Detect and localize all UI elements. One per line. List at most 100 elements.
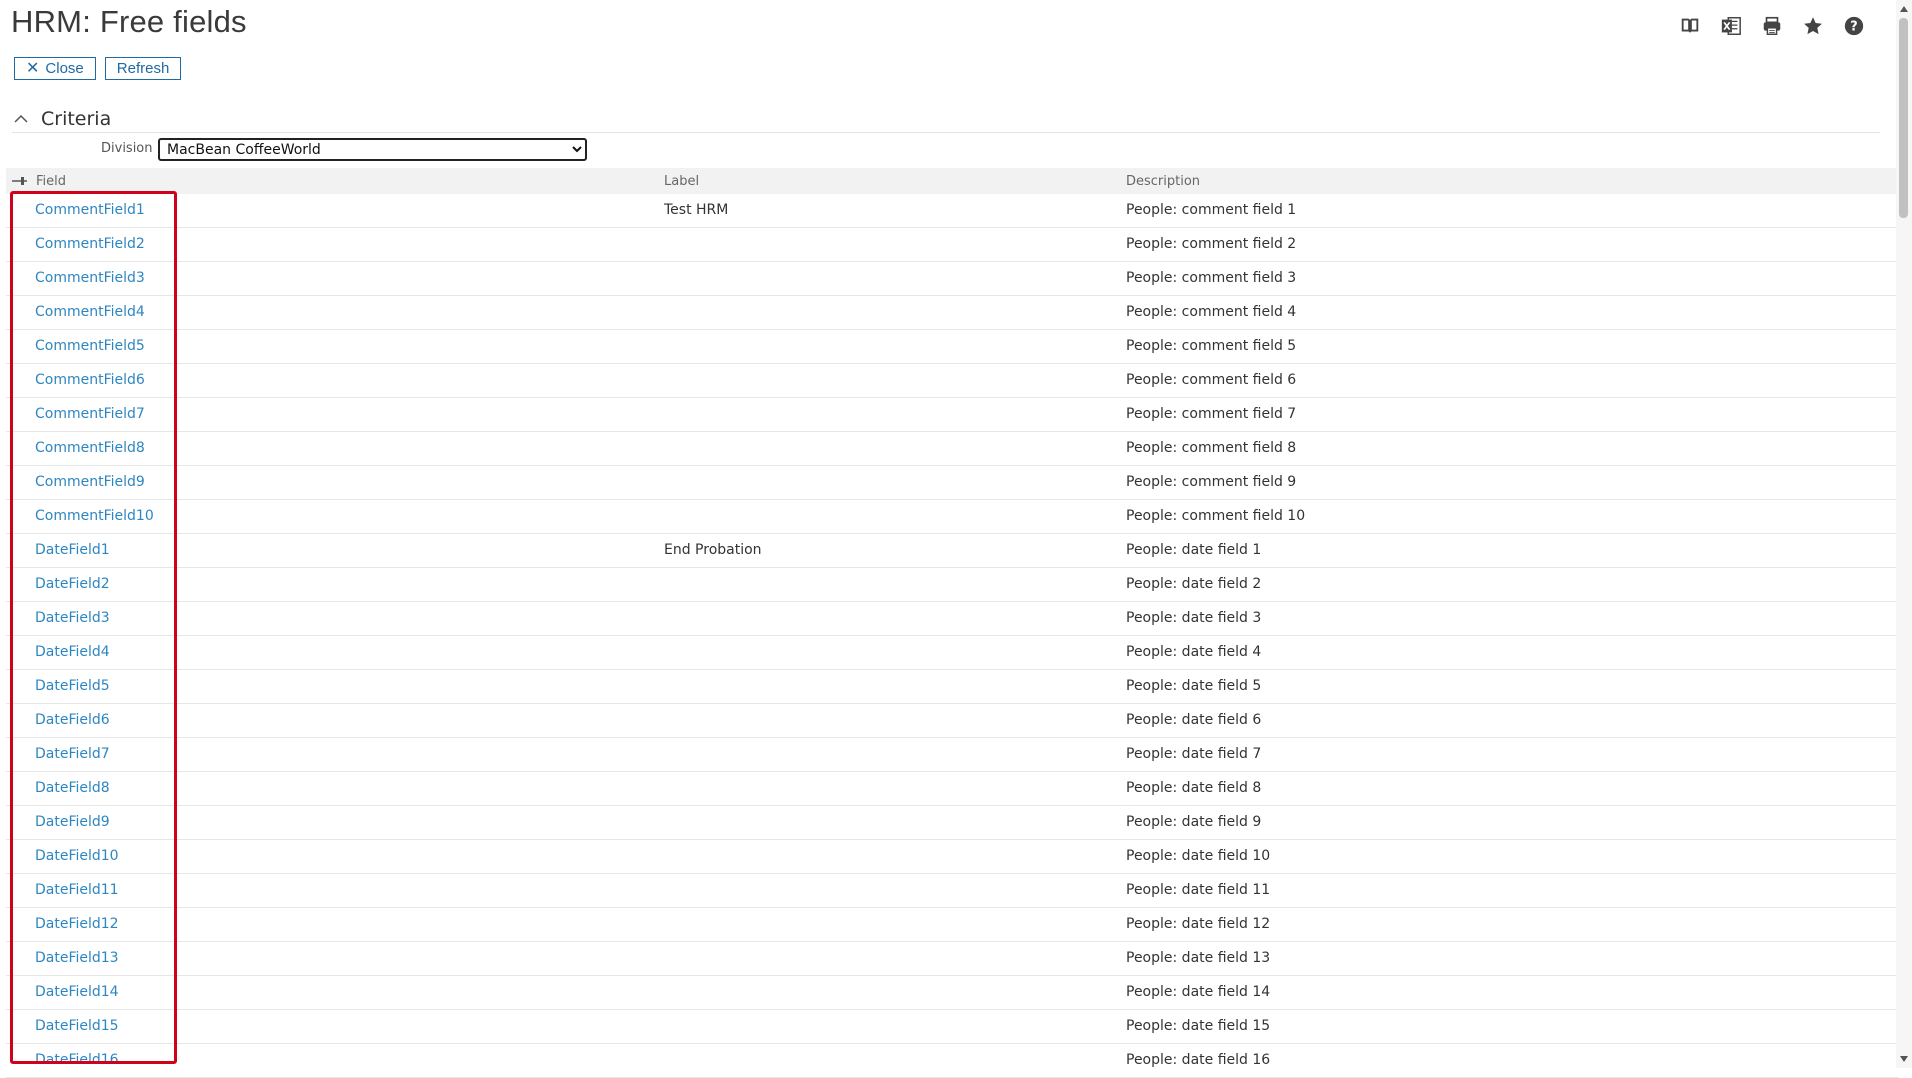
description-cell: People: comment field 7 bbox=[1126, 406, 1297, 422]
column-header-description[interactable]: Description bbox=[1126, 174, 1200, 189]
vertical-scrollbar[interactable] bbox=[1896, 0, 1912, 1068]
field-link[interactable]: DateField15 bbox=[35, 1018, 119, 1034]
description-cell: People: date field 4 bbox=[1126, 644, 1262, 660]
star-icon[interactable] bbox=[1801, 14, 1825, 38]
table-row[interactable]: DateField12 People: date field 12 bbox=[6, 908, 1899, 942]
field-link[interactable]: CommentField9 bbox=[35, 474, 145, 490]
description-cell: People: date field 5 bbox=[1126, 678, 1262, 694]
field-link[interactable]: CommentField3 bbox=[35, 270, 145, 286]
table-row[interactable]: DateField3 People: date field 3 bbox=[6, 602, 1899, 636]
refresh-button-label: Refresh bbox=[116, 60, 170, 77]
action-buttons: ✕ Close Refresh bbox=[14, 57, 182, 80]
label-cell: Test HRM bbox=[664, 202, 729, 218]
description-cell: People: date field 11 bbox=[1126, 882, 1271, 898]
field-link[interactable]: DateField4 bbox=[35, 644, 110, 660]
field-link[interactable]: DateField8 bbox=[35, 780, 110, 796]
table-row[interactable]: DateField8 People: date field 8 bbox=[6, 772, 1899, 806]
table-row[interactable]: CommentField10 People: comment field 10 bbox=[6, 500, 1899, 534]
table-row[interactable]: DateField16 People: date field 16 bbox=[6, 1044, 1899, 1078]
table-row[interactable]: DateField15 People: date field 15 bbox=[6, 1010, 1899, 1044]
table-row[interactable]: DateField13 People: date field 13 bbox=[6, 942, 1899, 976]
close-button[interactable]: ✕ Close bbox=[14, 57, 96, 80]
field-link[interactable]: CommentField8 bbox=[35, 440, 145, 456]
field-link[interactable]: DateField5 bbox=[35, 678, 110, 694]
field-link[interactable]: DateField1 bbox=[35, 542, 110, 558]
table-row[interactable]: DateField7 People: date field 7 bbox=[6, 738, 1899, 772]
description-cell: People: date field 13 bbox=[1126, 950, 1271, 966]
table-row[interactable]: DateField2 People: date field 2 bbox=[6, 568, 1899, 602]
description-cell: People: comment field 1 bbox=[1126, 202, 1297, 218]
free-fields-grid: Field Label Description CommentField1 Tes… bbox=[6, 168, 1899, 1078]
division-select[interactable]: MacBean CoffeeWorld bbox=[158, 138, 587, 161]
field-link[interactable]: DateField14 bbox=[35, 984, 119, 1000]
field-link[interactable]: DateField11 bbox=[35, 882, 119, 898]
description-cell: People: date field 7 bbox=[1126, 746, 1262, 762]
table-row[interactable]: CommentField9 People: comment field 9 bbox=[6, 466, 1899, 500]
table-row[interactable]: DateField6 People: date field 6 bbox=[6, 704, 1899, 738]
table-row[interactable]: DateField1 End Probation People: date fiel… bbox=[6, 534, 1899, 568]
table-row[interactable]: CommentField1 Test HRM People: comment fie… bbox=[6, 194, 1899, 228]
book-icon[interactable] bbox=[1678, 14, 1702, 38]
table-row[interactable]: DateField14 People: date field 14 bbox=[6, 976, 1899, 1010]
table-row[interactable]: DateField11 People: date field 11 bbox=[6, 874, 1899, 908]
print-icon[interactable] bbox=[1760, 14, 1784, 38]
description-cell: People: comment field 10 bbox=[1126, 508, 1306, 524]
description-cell: People: comment field 8 bbox=[1126, 440, 1297, 456]
field-link[interactable]: CommentField5 bbox=[35, 338, 145, 354]
grid-header: Field Label Description bbox=[6, 168, 1899, 194]
field-link[interactable]: DateField16 bbox=[35, 1052, 119, 1068]
grid-body: CommentField1 Test HRM People: comment fie… bbox=[6, 194, 1899, 1078]
description-cell: People: date field 10 bbox=[1126, 848, 1271, 864]
field-link[interactable]: CommentField2 bbox=[35, 236, 145, 252]
description-cell: People: date field 6 bbox=[1126, 712, 1262, 728]
pin-icon[interactable] bbox=[10, 173, 28, 189]
close-button-label: Close bbox=[45, 60, 84, 77]
field-link[interactable]: DateField3 bbox=[35, 610, 110, 626]
toolbar-icons: ? bbox=[1678, 14, 1866, 38]
field-link[interactable]: CommentField10 bbox=[35, 508, 154, 524]
table-row[interactable]: CommentField4 People: comment field 4 bbox=[6, 296, 1899, 330]
table-row[interactable]: CommentField6 People: comment field 6 bbox=[6, 364, 1899, 398]
table-row[interactable]: CommentField7 People: comment field 7 bbox=[6, 398, 1899, 432]
field-link[interactable]: DateField6 bbox=[35, 712, 110, 728]
field-link[interactable]: CommentField1 bbox=[35, 202, 145, 218]
field-link[interactable]: DateField7 bbox=[35, 746, 110, 762]
description-cell: People: comment field 9 bbox=[1126, 474, 1297, 490]
excel-icon[interactable] bbox=[1719, 14, 1743, 38]
table-row[interactable]: CommentField2 People: comment field 2 bbox=[6, 228, 1899, 262]
description-cell: People: comment field 5 bbox=[1126, 338, 1297, 354]
table-row[interactable]: DateField10 People: date field 10 bbox=[6, 840, 1899, 874]
field-link[interactable]: CommentField6 bbox=[35, 372, 145, 388]
field-link[interactable]: DateField10 bbox=[35, 848, 119, 864]
description-cell: People: comment field 3 bbox=[1126, 270, 1297, 286]
field-link[interactable]: CommentField7 bbox=[35, 406, 145, 422]
table-row[interactable]: CommentField3 People: comment field 3 bbox=[6, 262, 1899, 296]
page-title: HRM: Free fields bbox=[11, 4, 247, 39]
table-row[interactable]: DateField5 People: date field 5 bbox=[6, 670, 1899, 704]
column-header-field[interactable]: Field bbox=[36, 174, 66, 189]
table-row[interactable]: CommentField8 People: comment field 8 bbox=[6, 432, 1899, 466]
scroll-down-icon[interactable] bbox=[1900, 1056, 1908, 1062]
field-link[interactable]: DateField2 bbox=[35, 576, 110, 592]
description-cell: People: date field 12 bbox=[1126, 916, 1271, 932]
help-icon[interactable]: ? bbox=[1842, 14, 1866, 38]
division-label: Division bbox=[101, 141, 153, 156]
criteria-section-header[interactable]: Criteria bbox=[12, 106, 1880, 133]
field-link[interactable]: CommentField4 bbox=[35, 304, 145, 320]
description-cell: People: comment field 6 bbox=[1126, 372, 1297, 388]
field-link[interactable]: DateField9 bbox=[35, 814, 110, 830]
table-row[interactable]: CommentField5 People: comment field 5 bbox=[6, 330, 1899, 364]
table-row[interactable]: DateField9 People: date field 9 bbox=[6, 806, 1899, 840]
scrollbar-thumb[interactable] bbox=[1899, 18, 1908, 218]
table-row[interactable]: DateField4 People: date field 4 bbox=[6, 636, 1899, 670]
field-link[interactable]: DateField13 bbox=[35, 950, 119, 966]
description-cell: People: date field 16 bbox=[1126, 1052, 1271, 1068]
svg-text:?: ? bbox=[1850, 20, 1857, 35]
description-cell: People: date field 15 bbox=[1126, 1018, 1271, 1034]
description-cell: People: date field 8 bbox=[1126, 780, 1262, 796]
column-header-label[interactable]: Label bbox=[664, 174, 699, 189]
description-cell: People: comment field 2 bbox=[1126, 236, 1297, 252]
refresh-button[interactable]: Refresh bbox=[104, 57, 182, 80]
scroll-up-icon[interactable] bbox=[1900, 6, 1908, 12]
field-link[interactable]: DateField12 bbox=[35, 916, 119, 932]
